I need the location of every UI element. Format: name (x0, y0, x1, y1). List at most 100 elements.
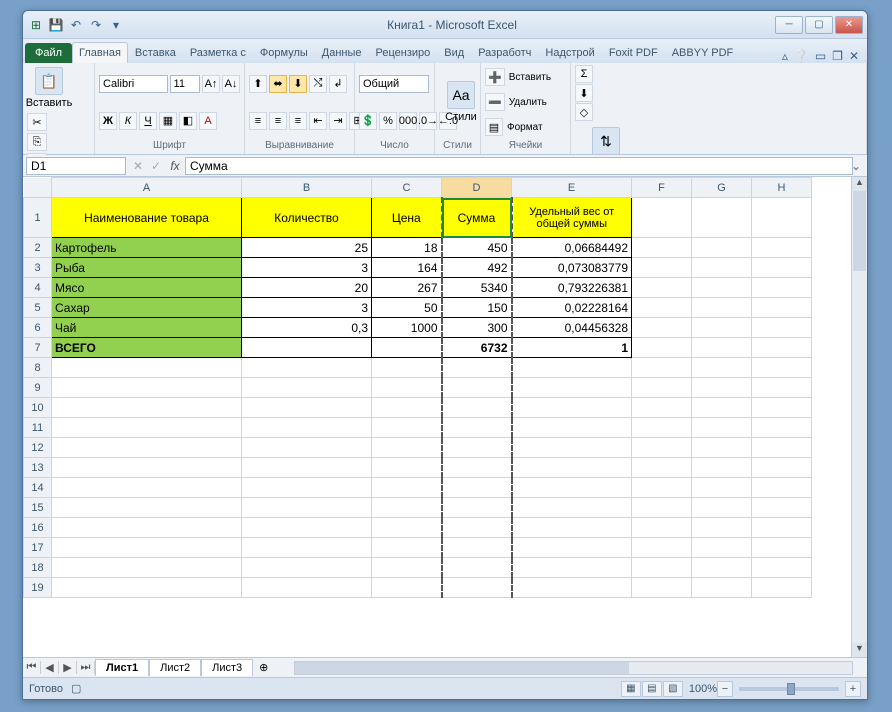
accept-formula-icon[interactable]: ✓ (147, 159, 165, 173)
cell-F12[interactable] (632, 438, 692, 458)
cell-C15[interactable] (372, 498, 442, 518)
autosum-button[interactable]: Σ (575, 65, 593, 83)
cell-H4[interactable] (752, 278, 812, 298)
cell-C5[interactable]: 50 (372, 298, 442, 318)
cell-D8[interactable] (442, 358, 512, 378)
cut-button[interactable]: ✂ (27, 113, 47, 131)
cell-A11[interactable] (52, 418, 242, 438)
cell-A10[interactable] (52, 398, 242, 418)
cell-F11[interactable] (632, 418, 692, 438)
cell-F2[interactable] (632, 238, 692, 258)
name-box[interactable] (26, 157, 126, 175)
col-header-H[interactable]: H (752, 178, 812, 198)
increase-indent-button[interactable]: ⇥ (329, 112, 347, 130)
cell-B13[interactable] (242, 458, 372, 478)
cell-G9[interactable] (692, 378, 752, 398)
cell-C17[interactable] (372, 538, 442, 558)
cell-D15[interactable] (442, 498, 512, 518)
ribbon-tab-7[interactable]: Разработч (471, 42, 538, 63)
cell-E9[interactable] (512, 378, 632, 398)
cell-F16[interactable] (632, 518, 692, 538)
cell-A13[interactable] (52, 458, 242, 478)
ribbon-tab-0[interactable]: Главная (72, 42, 128, 63)
cell-E1[interactable]: Удельный вес от общей суммы (512, 198, 632, 238)
cell-H13[interactable] (752, 458, 812, 478)
cell-H9[interactable] (752, 378, 812, 398)
cell-B9[interactable] (242, 378, 372, 398)
row-header-4[interactable]: 4 (24, 278, 52, 298)
zoom-in-button[interactable]: + (845, 681, 861, 697)
cell-D18[interactable] (442, 558, 512, 578)
align-bottom-button[interactable]: ⬇ (289, 75, 307, 93)
row-header-13[interactable]: 13 (24, 458, 52, 478)
sheet-prev-icon[interactable]: ◀ (41, 661, 59, 674)
row-header-10[interactable]: 10 (24, 398, 52, 418)
close-button[interactable]: ✕ (835, 16, 863, 34)
cell-E12[interactable] (512, 438, 632, 458)
cell-H18[interactable] (752, 558, 812, 578)
italic-button[interactable]: К (119, 112, 137, 130)
cell-A19[interactable] (52, 578, 242, 598)
formula-input[interactable] (185, 157, 853, 175)
ribbon-tab-10[interactable]: ABBYY PDF (665, 42, 741, 63)
zoom-level[interactable]: 100% (689, 683, 717, 695)
cell-G8[interactable] (692, 358, 752, 378)
font-name-combo[interactable]: Calibri (99, 75, 168, 93)
cell-F9[interactable] (632, 378, 692, 398)
cell-E8[interactable] (512, 358, 632, 378)
cell-D7[interactable]: 6732 (442, 338, 512, 358)
cell-C13[interactable] (372, 458, 442, 478)
mdi-restore-icon[interactable]: ❐ (832, 49, 843, 63)
cell-A14[interactable] (52, 478, 242, 498)
cell-B18[interactable] (242, 558, 372, 578)
cell-G7[interactable] (692, 338, 752, 358)
mdi-minimize-icon[interactable]: ▭ (815, 49, 826, 63)
row-header-8[interactable]: 8 (24, 358, 52, 378)
row-header-1[interactable]: 1 (24, 198, 52, 238)
page-break-view-button[interactable]: ▧ (663, 681, 683, 697)
cell-A8[interactable] (52, 358, 242, 378)
file-tab[interactable]: Файл (25, 43, 72, 63)
cell-G11[interactable] (692, 418, 752, 438)
cell-H14[interactable] (752, 478, 812, 498)
cell-A2[interactable]: Картофель (52, 238, 242, 258)
row-header-7[interactable]: 7 (24, 338, 52, 358)
row-header-6[interactable]: 6 (24, 318, 52, 338)
col-header-D[interactable]: D (442, 178, 512, 198)
cell-C8[interactable] (372, 358, 442, 378)
ribbon-tab-2[interactable]: Разметка с (183, 42, 253, 63)
border-button[interactable]: ▦ (159, 112, 177, 130)
cell-B3[interactable]: 3 (242, 258, 372, 278)
cell-D13[interactable] (442, 458, 512, 478)
row-header-12[interactable]: 12 (24, 438, 52, 458)
cell-A18[interactable] (52, 558, 242, 578)
ribbon-minimize-icon[interactable]: ▵ (782, 49, 788, 63)
cell-A3[interactable]: Рыба (52, 258, 242, 278)
cell-A5[interactable]: Сахар (52, 298, 242, 318)
cell-D16[interactable] (442, 518, 512, 538)
cell-D1[interactable]: Сумма (442, 198, 512, 238)
copy-button[interactable]: ⎘ (27, 133, 47, 151)
cell-D17[interactable] (442, 538, 512, 558)
col-header-B[interactable]: B (242, 178, 372, 198)
cell-E18[interactable] (512, 558, 632, 578)
cell-D5[interactable]: 150 (442, 298, 512, 318)
cell-B1[interactable]: Количество (242, 198, 372, 238)
align-right-button[interactable]: ≡ (289, 112, 307, 130)
cell-G18[interactable] (692, 558, 752, 578)
cell-F13[interactable] (632, 458, 692, 478)
fill-color-button[interactable]: ◧ (179, 112, 197, 130)
ribbon-tab-9[interactable]: Foxit PDF (602, 42, 665, 63)
col-header-F[interactable]: F (632, 178, 692, 198)
cell-A1[interactable]: Наименование товара (52, 198, 242, 238)
new-sheet-icon[interactable]: ⊕ (253, 661, 274, 674)
decrease-indent-button[interactable]: ⇤ (309, 112, 327, 130)
cell-E5[interactable]: 0,02228164 (512, 298, 632, 318)
font-size-combo[interactable]: 11 (170, 75, 200, 93)
align-center-button[interactable]: ≡ (269, 112, 287, 130)
sheet-first-icon[interactable]: ⏮ (23, 661, 41, 674)
cell-E13[interactable] (512, 458, 632, 478)
cell-H5[interactable] (752, 298, 812, 318)
row-header-17[interactable]: 17 (24, 538, 52, 558)
cell-F7[interactable] (632, 338, 692, 358)
